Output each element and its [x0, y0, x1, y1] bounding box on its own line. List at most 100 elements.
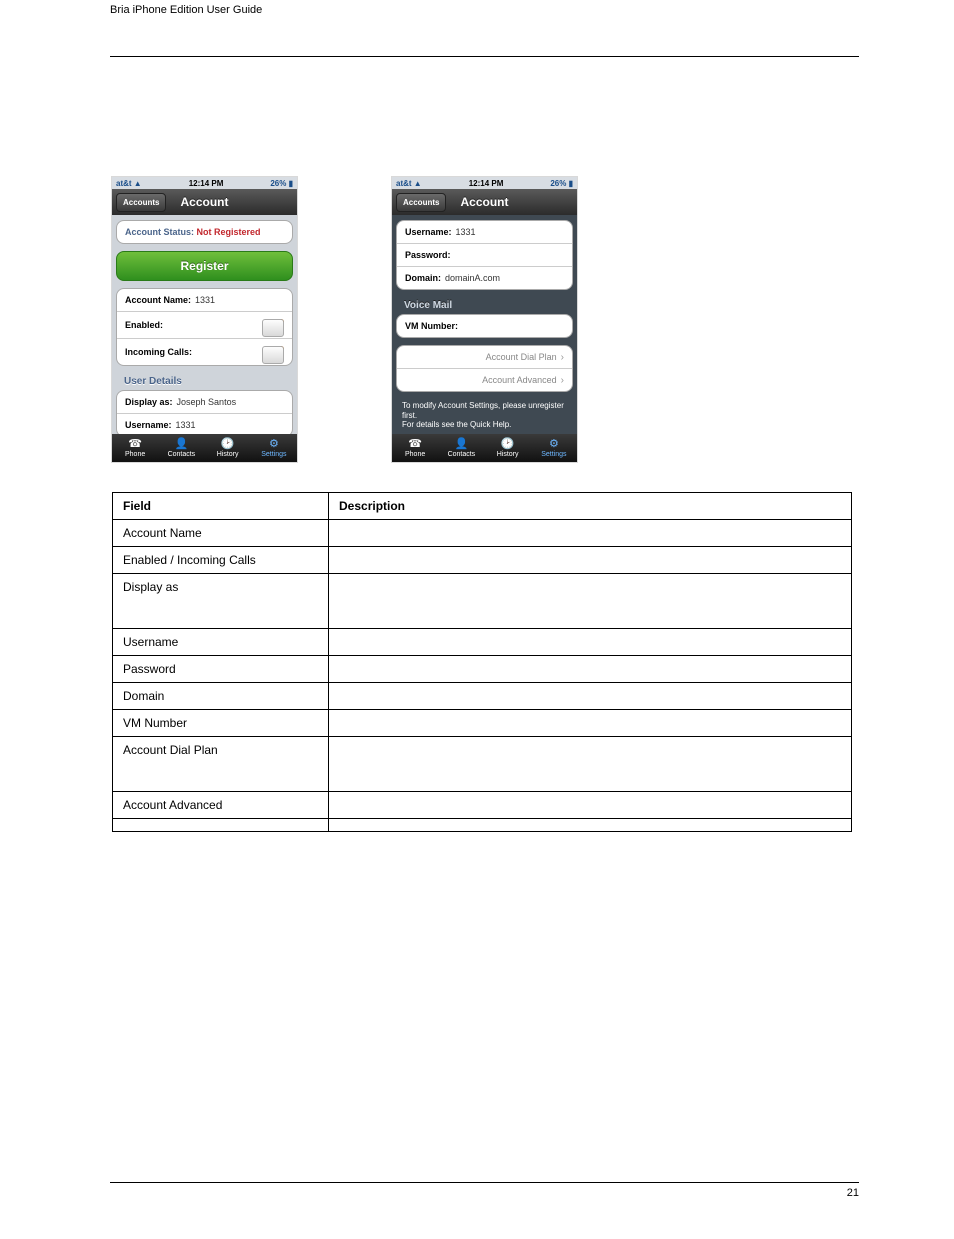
- table-row: [113, 819, 852, 832]
- domain-label: Domain:: [405, 273, 441, 283]
- field-cell: Password: [113, 656, 329, 683]
- status-bar: at&t ▲ 12:14 PM 26% ▮: [112, 177, 297, 189]
- footer-rule: [110, 1182, 859, 1183]
- account-advanced-row[interactable]: Account Advanced›: [397, 369, 572, 391]
- table-row: VM Number: [113, 710, 852, 737]
- battery-label: 26% ▮: [550, 179, 573, 188]
- user-details-header: User Details: [116, 373, 293, 390]
- chevron-right-icon: ›: [561, 375, 564, 386]
- table-row: Enabled / Incoming Calls: [113, 547, 852, 574]
- nav-title: Account: [181, 195, 229, 209]
- table-row: Display as: [113, 574, 852, 629]
- description-cell: [329, 656, 852, 683]
- display-as-row[interactable]: Display as: Joseph Santos: [117, 391, 292, 414]
- account-name-row[interactable]: Account Name: 1331: [117, 289, 292, 312]
- back-button[interactable]: Accounts: [396, 193, 446, 212]
- phone-icon: ☎: [128, 439, 142, 450]
- description-cell: [329, 547, 852, 574]
- enabled-row: Enabled: ON: [117, 312, 292, 339]
- tab-contacts[interactable]: 👤Contacts: [158, 434, 204, 462]
- contacts-icon: 👤: [455, 439, 469, 450]
- tab-phone[interactable]: ☎Phone: [112, 434, 158, 462]
- description-cell: [329, 710, 852, 737]
- status-bar: at&t ▲ 12:14 PM 26% ▮: [392, 177, 577, 189]
- domain-row[interactable]: Domain: domainA.com: [397, 267, 572, 289]
- page-footer: 21: [110, 1187, 859, 1199]
- description-cell: [329, 629, 852, 656]
- tab-settings[interactable]: ⚙Settings: [531, 434, 577, 462]
- username-row[interactable]: Username: 1331: [397, 221, 572, 244]
- table-row: Account Name: [113, 520, 852, 547]
- password-row[interactable]: Password:: [397, 244, 572, 267]
- field-cell: Account Name: [113, 520, 329, 547]
- voice-mail-header: Voice Mail: [396, 297, 573, 314]
- account-status-label: Account Status:: [125, 227, 194, 237]
- field-cell: Account Dial Plan: [113, 737, 329, 792]
- battery-label: 26% ▮: [270, 179, 293, 188]
- description-cell: [329, 683, 852, 710]
- settings-icon: ⚙: [549, 439, 559, 450]
- incoming-calls-toggle[interactable]: ON: [264, 346, 284, 357]
- history-icon: 🕑: [221, 439, 235, 450]
- field-cell: VM Number: [113, 710, 329, 737]
- username-value: 1331: [456, 227, 476, 237]
- account-name-label: Account Name:: [125, 295, 191, 305]
- description-cell: [329, 574, 852, 629]
- display-as-label: Display as:: [125, 397, 173, 407]
- account-dial-plan-row[interactable]: Account Dial Plan ›: [397, 346, 572, 369]
- nav-title: Account: [461, 195, 509, 209]
- vm-number-row[interactable]: VM Number:: [397, 315, 572, 337]
- back-button[interactable]: Accounts: [116, 193, 166, 212]
- table-row: Password: [113, 656, 852, 683]
- username-label: Username:: [125, 420, 172, 430]
- tab-history[interactable]: 🕑History: [205, 434, 251, 462]
- chevron-right-icon: ›: [561, 352, 564, 363]
- header-rule: [110, 56, 859, 57]
- username-label: Username:: [405, 227, 452, 237]
- screenshot-account-left: at&t ▲ 12:14 PM 26% ▮ Accounts Account A…: [112, 177, 297, 462]
- incoming-calls-row: Incoming Calls: ON: [117, 339, 292, 365]
- description-cell: [329, 792, 852, 819]
- account-status-row: Account Status: Not Registered: [117, 221, 292, 243]
- incoming-calls-label: Incoming Calls:: [125, 347, 192, 357]
- tab-contacts[interactable]: 👤Contacts: [438, 434, 484, 462]
- carrier-label: at&t: [396, 179, 412, 188]
- table-row: Account Dial Plan: [113, 737, 852, 792]
- table-row: Account Advanced: [113, 792, 852, 819]
- contacts-icon: 👤: [175, 439, 189, 450]
- tab-bar: ☎Phone 👤Contacts 🕑History ⚙Settings: [112, 434, 297, 462]
- account-dial-plan-label: Account Dial Plan: [486, 352, 557, 362]
- field-cell: [113, 819, 329, 832]
- clock-label: 12:14 PM: [469, 179, 504, 188]
- carrier-label: at&t: [116, 179, 132, 188]
- settings-icon: ⚙: [269, 439, 279, 450]
- account-name-value: 1331: [195, 295, 215, 305]
- tab-settings[interactable]: ⚙Settings: [251, 434, 297, 462]
- table-row: Username: [113, 629, 852, 656]
- enabled-label: Enabled:: [125, 320, 163, 330]
- table-header-row: Field Description: [113, 493, 852, 520]
- wifi-icon: ▲: [414, 179, 422, 188]
- field-cell: Account Advanced: [113, 792, 329, 819]
- username-row[interactable]: Username: 1331: [117, 414, 292, 434]
- register-button[interactable]: Register: [116, 251, 293, 281]
- col-description: Description: [329, 493, 852, 520]
- enabled-toggle[interactable]: ON: [264, 319, 284, 330]
- tab-bar: ☎Phone 👤Contacts 🕑History ⚙Settings: [392, 434, 577, 462]
- table-row: Domain: [113, 683, 852, 710]
- nav-bar: Accounts Account: [112, 189, 297, 215]
- domain-value: domainA.com: [445, 273, 500, 283]
- phone-icon: ☎: [408, 439, 422, 450]
- field-cell: Enabled / Incoming Calls: [113, 547, 329, 574]
- screenshot-account-right: at&t ▲ 12:14 PM 26% ▮ Accounts Account U…: [392, 177, 577, 462]
- col-field: Field: [113, 493, 329, 520]
- account-status-value: Not Registered: [197, 227, 261, 237]
- fields-table: Field Description Account NameEnabled / …: [112, 492, 852, 832]
- settings-note: To modify Account Settings, please unreg…: [396, 399, 573, 434]
- tab-history[interactable]: 🕑History: [485, 434, 531, 462]
- vm-number-label: VM Number:: [405, 321, 458, 331]
- nav-bar: Accounts Account: [392, 189, 577, 215]
- clock-label: 12:14 PM: [189, 179, 224, 188]
- tab-phone[interactable]: ☎Phone: [392, 434, 438, 462]
- description-cell: [329, 819, 852, 832]
